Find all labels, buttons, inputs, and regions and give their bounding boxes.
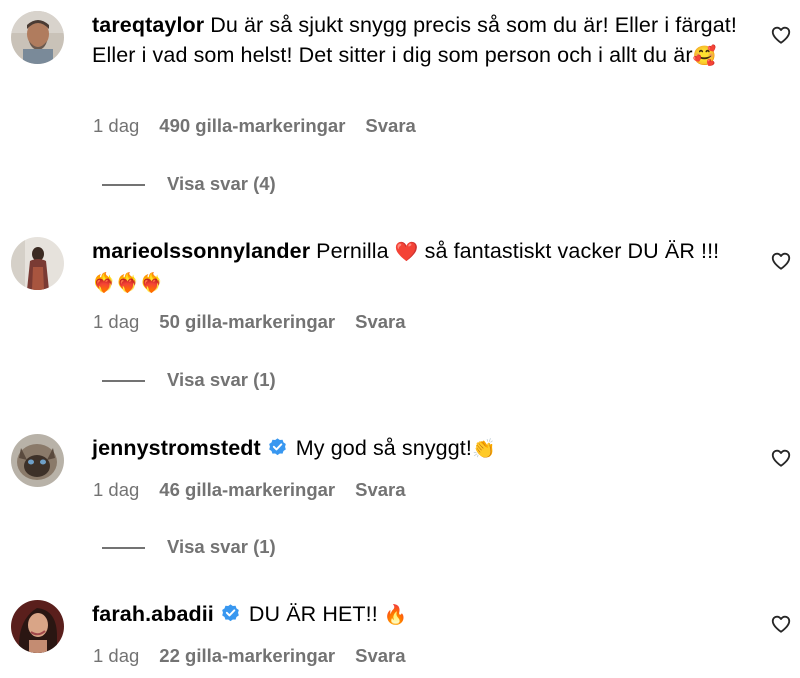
- avatar-image: [11, 434, 64, 487]
- avatar[interactable]: [11, 237, 64, 290]
- view-replies-label: Visa svar (1): [167, 536, 276, 557]
- verified-badge-icon: [268, 438, 286, 456]
- comment-username[interactable]: jennystromstedt: [92, 436, 261, 460]
- heart-on-fire-emoji: ❤️‍🔥❤️‍🔥❤️‍🔥: [92, 272, 164, 294]
- comment-meta: 1 dag 50 gilla-markeringar Svara: [93, 311, 406, 333]
- view-replies-label: Visa svar (1): [167, 369, 276, 390]
- comment-likes[interactable]: 50 gilla-markeringar: [159, 311, 335, 333]
- comment-item: farah.abadii DU ÄR HET!! 🔥 1 dag 22 gilla-…: [0, 0, 800, 666]
- avatar[interactable]: [11, 600, 64, 653]
- clapping-hands-emoji: 👏: [471, 438, 496, 460]
- heart-outline-icon[interactable]: [770, 613, 792, 635]
- comment-text-part-a: Pernilla: [316, 239, 389, 263]
- red-heart-emoji: ❤️: [394, 241, 419, 263]
- comment-text: My god så snyggt!: [295, 436, 472, 460]
- verified-badge-icon: [222, 604, 239, 622]
- heart-outline-icon[interactable]: [770, 447, 792, 469]
- fire-emoji: 🔥: [383, 604, 408, 626]
- comment-time[interactable]: 1 dag: [93, 311, 139, 333]
- comment-text: DU ÄR HET!!: [248, 602, 378, 626]
- view-replies-button[interactable]: Visa svar (1): [102, 369, 276, 391]
- reply-button[interactable]: Svara: [355, 311, 405, 333]
- comment-username[interactable]: farah.abadii: [92, 602, 214, 626]
- comment-text-block: jennystromstedt My god så snyggt!👏: [92, 433, 752, 464]
- view-replies-button[interactable]: Visa svar (1): [102, 536, 276, 558]
- comment-likes[interactable]: 46 gilla-markeringar: [159, 479, 335, 501]
- comment-text-part-b: så fantastiskt vacker DU ÄR !!!: [424, 239, 720, 263]
- avatar-image: [11, 600, 64, 653]
- comment-meta: 1 dag 22 gilla-markeringar Svara: [93, 645, 406, 667]
- comment-time[interactable]: 1 dag: [93, 645, 139, 667]
- comment-text-block: marieolssonnylander Pernilla ❤️ så fantas…: [92, 236, 752, 298]
- avatar[interactable]: [11, 434, 64, 487]
- comment-meta: 1 dag 46 gilla-markeringar Svara: [93, 479, 406, 501]
- avatar-image: [11, 237, 64, 290]
- heart-outline-icon[interactable]: [770, 250, 792, 272]
- comment-username[interactable]: marieolssonnylander: [92, 239, 310, 263]
- comment-likes[interactable]: 22 gilla-markeringar: [159, 645, 335, 667]
- comment-time[interactable]: 1 dag: [93, 479, 139, 501]
- reply-button[interactable]: Svara: [355, 479, 405, 501]
- comment-text-block: farah.abadii DU ÄR HET!! 🔥: [92, 599, 752, 630]
- replies-divider-line: [102, 547, 145, 549]
- reply-button[interactable]: Svara: [355, 645, 405, 667]
- replies-divider-line: [102, 380, 145, 382]
